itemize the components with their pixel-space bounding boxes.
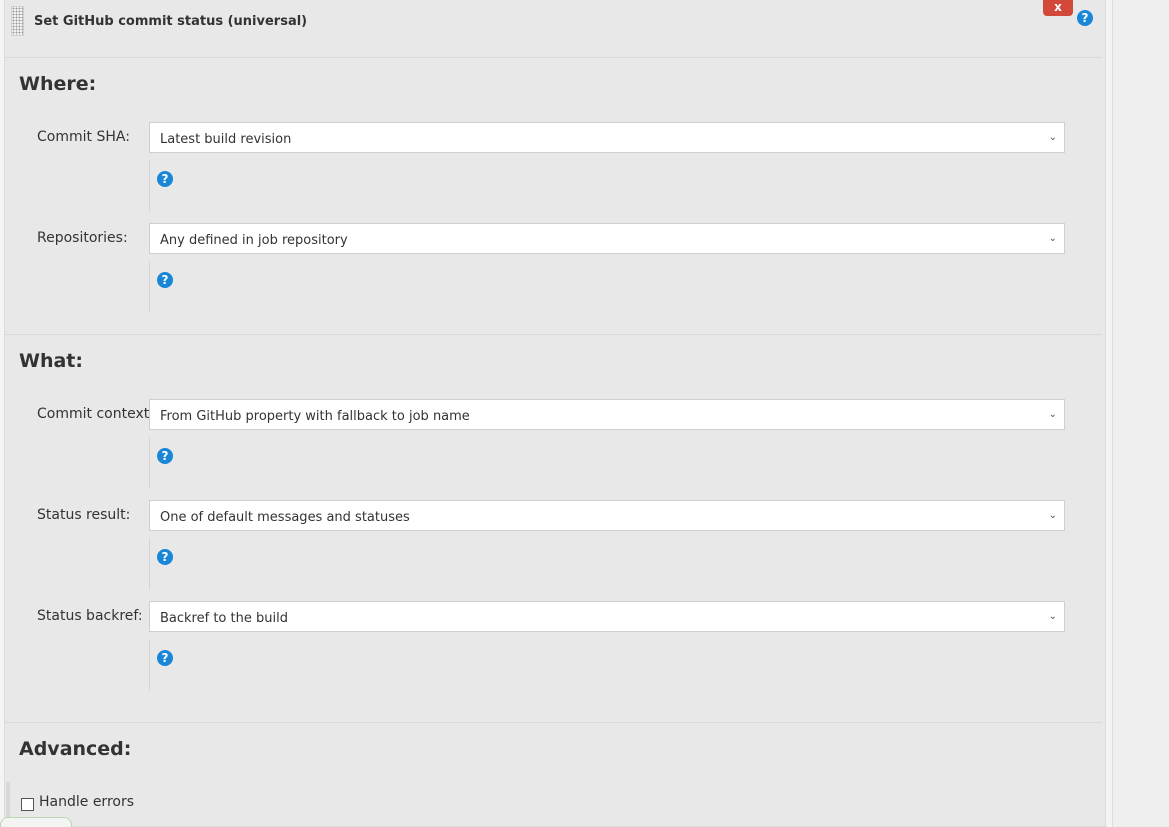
help-icon[interactable]: ?	[1077, 10, 1093, 26]
status-backref-value: Backref to the build	[160, 611, 288, 626]
right-gutter	[1112, 0, 1169, 827]
repositories-value: Any defined in job repository	[160, 233, 348, 248]
commit-context-label: Commit context:	[37, 406, 154, 422]
help-icon[interactable]: ?	[157, 448, 173, 464]
help-column	[149, 538, 150, 590]
divider	[4, 334, 1102, 335]
page: Set GitHub commit status (universal) x ?…	[0, 0, 1169, 827]
status-result-label: Status result:	[37, 507, 131, 523]
help-icon[interactable]: ?	[157, 272, 173, 288]
commit-sha-select[interactable]: Latest build revision ⌄	[149, 122, 1065, 153]
drag-handle-icon[interactable]	[11, 6, 24, 36]
chevron-down-icon: ⌄	[1048, 611, 1057, 622]
chevron-down-icon: ⌄	[1048, 409, 1057, 420]
help-column	[149, 639, 150, 691]
commit-context-value: From GitHub property with fallback to jo…	[160, 409, 470, 424]
section-heading-where: Where:	[19, 73, 97, 95]
repositories-label: Repositories:	[37, 230, 128, 246]
step-title: Set GitHub commit status (universal)	[34, 14, 308, 29]
bottom-tab	[0, 817, 72, 827]
section-heading-what: What:	[19, 350, 83, 372]
help-column	[149, 160, 150, 212]
commit-context-select[interactable]: From GitHub property with fallback to jo…	[149, 399, 1065, 430]
divider	[4, 722, 1102, 723]
help-icon[interactable]: ?	[157, 650, 173, 666]
commit-sha-value: Latest build revision	[160, 132, 292, 147]
chevron-down-icon: ⌄	[1048, 132, 1057, 143]
repositories-select[interactable]: Any defined in job repository ⌄	[149, 223, 1065, 254]
chevron-down-icon: ⌄	[1048, 233, 1057, 244]
help-icon[interactable]: ?	[157, 549, 173, 565]
status-result-select[interactable]: One of default messages and statuses ⌄	[149, 500, 1065, 531]
status-backref-select[interactable]: Backref to the build ⌄	[149, 601, 1065, 632]
status-backref-label: Status backref:	[37, 608, 143, 624]
handle-errors-label[interactable]: Handle errors	[39, 794, 134, 810]
chevron-down-icon: ⌄	[1048, 510, 1057, 521]
help-icon[interactable]: ?	[157, 171, 173, 187]
section-heading-advanced: Advanced:	[19, 738, 132, 760]
divider	[4, 57, 1102, 58]
handle-errors-checkbox[interactable]	[21, 798, 34, 811]
help-column	[149, 437, 150, 489]
commit-sha-label: Commit SHA:	[37, 129, 130, 145]
status-result-value: One of default messages and statuses	[160, 510, 410, 525]
delete-step-button[interactable]: x	[1043, 0, 1073, 16]
help-column	[149, 261, 150, 313]
